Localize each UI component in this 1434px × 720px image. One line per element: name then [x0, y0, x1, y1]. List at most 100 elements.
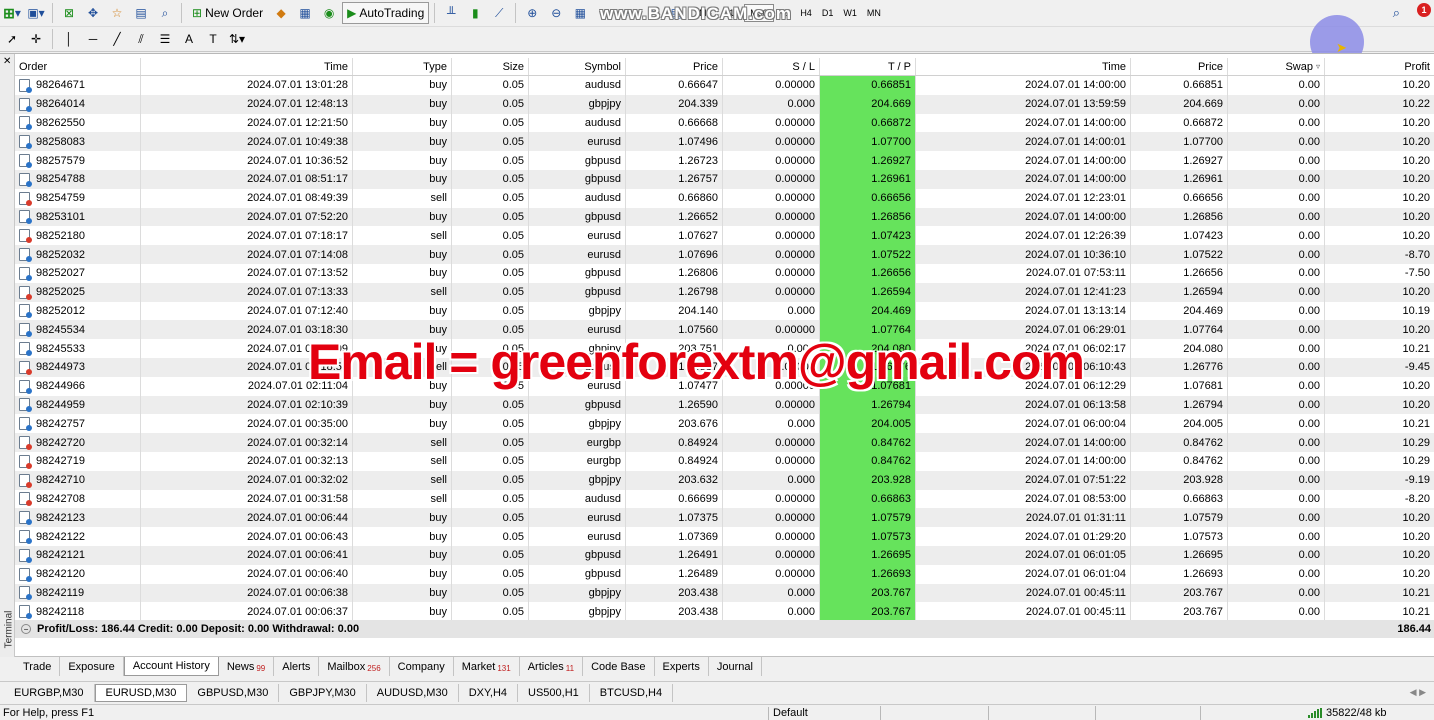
signals-icon[interactable]: ◉ [318, 2, 340, 24]
vertical-line-icon[interactable]: │ [58, 28, 80, 50]
new-chart-icon[interactable]: ⊞ ▾ [1, 2, 23, 24]
table-row[interactable]: 98242757 2024.07.01 00:35:00 buy 0.05 gbpjpy… [15, 414, 1434, 434]
tab-trade[interactable]: Trade [15, 657, 61, 676]
strategy-tester-icon[interactable]: ⌕ [154, 2, 176, 24]
table-row[interactable]: 98252027 2024.07.01 07:13:52 buy 0.05 gbpusd… [15, 263, 1434, 283]
equidistant-channel-icon[interactable]: ⫽ [130, 28, 152, 50]
timeframe-mn[interactable]: MN [862, 4, 886, 22]
chart-tab-dxy-h4[interactable]: DXY,H4 [459, 683, 519, 702]
dashboard-icon[interactable]: ▦ [294, 2, 316, 24]
notification-badge[interactable]: 1 [1417, 3, 1431, 17]
table-row[interactable]: 98242118 2024.07.01 00:06:37 buy 0.05 gbpjpy… [15, 602, 1434, 622]
scroll-arrows-icon[interactable]: ◀ ▶ [1410, 687, 1434, 698]
navigator-icon[interactable]: ✥ [82, 2, 104, 24]
line-chart-icon[interactable]: ⟋ [488, 2, 510, 24]
header-size[interactable]: Size [452, 58, 529, 75]
search-icon[interactable]: ⌕ [1393, 5, 1400, 21]
chart-tab-eurgbp-m30[interactable]: EURGBP,M30 [4, 683, 95, 702]
tab-mailbox[interactable]: Mailbox 256 [319, 657, 390, 676]
zoom-in-icon[interactable]: ⊕ [521, 2, 543, 24]
tab-market[interactable]: Market 131 [454, 657, 520, 676]
data-window-icon[interactable]: ▤ [130, 2, 152, 24]
fibonacci-icon[interactable]: ☰ [154, 28, 176, 50]
table-row[interactable]: 98257579 2024.07.01 10:36:52 buy 0.05 gbpusd… [15, 151, 1434, 170]
table-row[interactable]: 98242710 2024.07.01 00:32:02 sell 0.05 gbpjp… [15, 470, 1434, 490]
chart-tab-gbpusd-m30[interactable]: GBPUSD,M30 [187, 683, 280, 702]
table-row[interactable]: 98252032 2024.07.01 07:14:08 buy 0.05 eurusd… [15, 245, 1434, 264]
table-row[interactable]: 98258083 2024.07.01 10:49:38 buy 0.05 eurusd… [15, 132, 1434, 152]
timeframe-h4[interactable]: H4 [795, 4, 817, 22]
chart-tab-btcusd-h4[interactable]: BTCUSD,H4 [590, 683, 674, 702]
timeframe-w1[interactable]: W1 [838, 4, 862, 22]
header-order[interactable]: Order [15, 58, 141, 75]
chart-tab-eurusd-m30[interactable]: EURUSD,M30 [94, 683, 188, 702]
arrows-icon[interactable]: ⇅▾ [226, 28, 248, 50]
cursor-arrow-icon[interactable]: ➚ [1, 28, 23, 50]
header-close-price[interactable]: Price [1131, 58, 1228, 75]
table-row[interactable]: 98242719 2024.07.01 00:32:13 sell 0.05 eurgb… [15, 451, 1434, 471]
tab-news[interactable]: News 99 [219, 657, 275, 676]
metaeditor-icon[interactable]: ◆ [270, 2, 292, 24]
close-time-cell: 2024.07.01 01:29:20 [916, 527, 1131, 546]
bandicam-watermark: www.BANDICAM.com [600, 4, 792, 23]
header-swap[interactable]: Swap ▿ [1228, 58, 1325, 75]
new-order-button[interactable]: ⊞ New Order [187, 2, 268, 24]
table-row[interactable]: 98242122 2024.07.01 00:06:43 buy 0.05 eurusd… [15, 527, 1434, 546]
market-watch-icon[interactable]: ⊠ [58, 2, 80, 24]
header-open-time[interactable]: Time [141, 58, 353, 75]
collapse-icon[interactable]: − [21, 624, 31, 634]
table-row[interactable]: 98264014 2024.07.01 12:48:13 buy 0.05 gbpjpy… [15, 94, 1434, 114]
tab-code-base[interactable]: Code Base [583, 657, 655, 676]
close-icon[interactable]: ✕ [3, 56, 11, 67]
profiles-icon[interactable]: ▣▾ [25, 2, 47, 24]
timeframe-d1[interactable]: D1 [817, 4, 839, 22]
table-row[interactable]: 98254788 2024.07.01 08:51:17 buy 0.05 gbpusd… [15, 169, 1434, 189]
close-price-cell: 203.767 [1131, 583, 1228, 603]
autotrading-button[interactable]: ▶ AutoTrading [342, 2, 430, 24]
trendline-icon[interactable]: ╱ [106, 28, 128, 50]
table-row[interactable]: 98252180 2024.07.01 07:18:17 sell 0.05 eurus… [15, 226, 1434, 246]
table-row[interactable]: 98242123 2024.07.01 00:06:44 buy 0.05 eurusd… [15, 508, 1434, 528]
tab-account-history[interactable]: Account History [123, 657, 219, 676]
table-row[interactable]: 98264671 2024.07.01 13:01:28 buy 0.05 audusd… [15, 76, 1434, 95]
table-row[interactable]: 98262550 2024.07.01 12:21:50 buy 0.05 audusd… [15, 113, 1434, 133]
table-row[interactable]: 98242720 2024.07.01 00:32:14 sell 0.05 eurgb… [15, 433, 1434, 452]
tab-experts[interactable]: Experts [655, 657, 709, 676]
tab-exposure[interactable]: Exposure [60, 657, 124, 676]
chart-tab-gbpjpy-m30[interactable]: GBPJPY,M30 [279, 683, 367, 702]
table-row[interactable]: 98253101 2024.07.01 07:52:20 buy 0.05 gbpusd… [15, 207, 1434, 227]
table-row[interactable]: 98252025 2024.07.01 07:13:33 sell 0.05 gbpus… [15, 282, 1434, 302]
table-row[interactable]: 98242121 2024.07.01 00:06:41 buy 0.05 gbpusd… [15, 545, 1434, 565]
chart-tab-audusd-m30[interactable]: AUDUSD,M30 [367, 683, 459, 702]
candlestick-chart-icon[interactable]: ▮ [464, 2, 486, 24]
text-label-icon[interactable]: T [202, 28, 224, 50]
text-icon[interactable]: A [178, 28, 200, 50]
header-symbol[interactable]: Symbol [529, 58, 626, 75]
crosshair-icon[interactable]: ✛ [25, 28, 47, 50]
bar-chart-icon[interactable]: ╨ [440, 2, 462, 24]
tab-alerts[interactable]: Alerts [274, 657, 320, 676]
table-row[interactable]: 98242708 2024.07.01 00:31:58 sell 0.05 audus… [15, 489, 1434, 509]
header-open-price[interactable]: Price [626, 58, 723, 75]
header-close-time[interactable]: Time [916, 58, 1131, 75]
table-row[interactable]: 98242119 2024.07.01 00:06:38 buy 0.05 gbpjpy… [15, 583, 1434, 603]
header-type[interactable]: Type [353, 58, 452, 75]
table-row[interactable]: 98242120 2024.07.01 00:06:40 buy 0.05 gbpusd… [15, 564, 1434, 584]
header-stop-loss[interactable]: S / L [723, 58, 820, 75]
tab-journal[interactable]: Journal [709, 657, 762, 676]
order-cell: 98252025 [15, 282, 141, 302]
horizontal-line-icon[interactable]: ─ [82, 28, 104, 50]
connection-status[interactable]: 35822/48 kb [1308, 707, 1387, 719]
tab-articles[interactable]: Articles 11 [520, 657, 584, 676]
header-take-profit[interactable]: T / P [820, 58, 916, 75]
zoom-out-icon[interactable]: ⊖ [545, 2, 567, 24]
table-row[interactable]: 98244959 2024.07.01 02:10:39 buy 0.05 gbpusd… [15, 395, 1434, 415]
table-row[interactable]: 98252012 2024.07.01 07:12:40 buy 0.05 gbpjpy… [15, 301, 1434, 321]
header-profit[interactable]: Profit [1325, 58, 1434, 75]
favorites-star-icon[interactable]: ☆ [106, 2, 128, 24]
table-row[interactable]: 98254759 2024.07.01 08:49:39 sell 0.05 audus… [15, 188, 1434, 208]
profile-name[interactable]: Default [768, 707, 808, 720]
tab-company[interactable]: Company [390, 657, 454, 676]
tile-windows-icon[interactable]: ▦ [569, 2, 591, 24]
chart-tab-us500-h1[interactable]: US500,H1 [518, 683, 590, 702]
